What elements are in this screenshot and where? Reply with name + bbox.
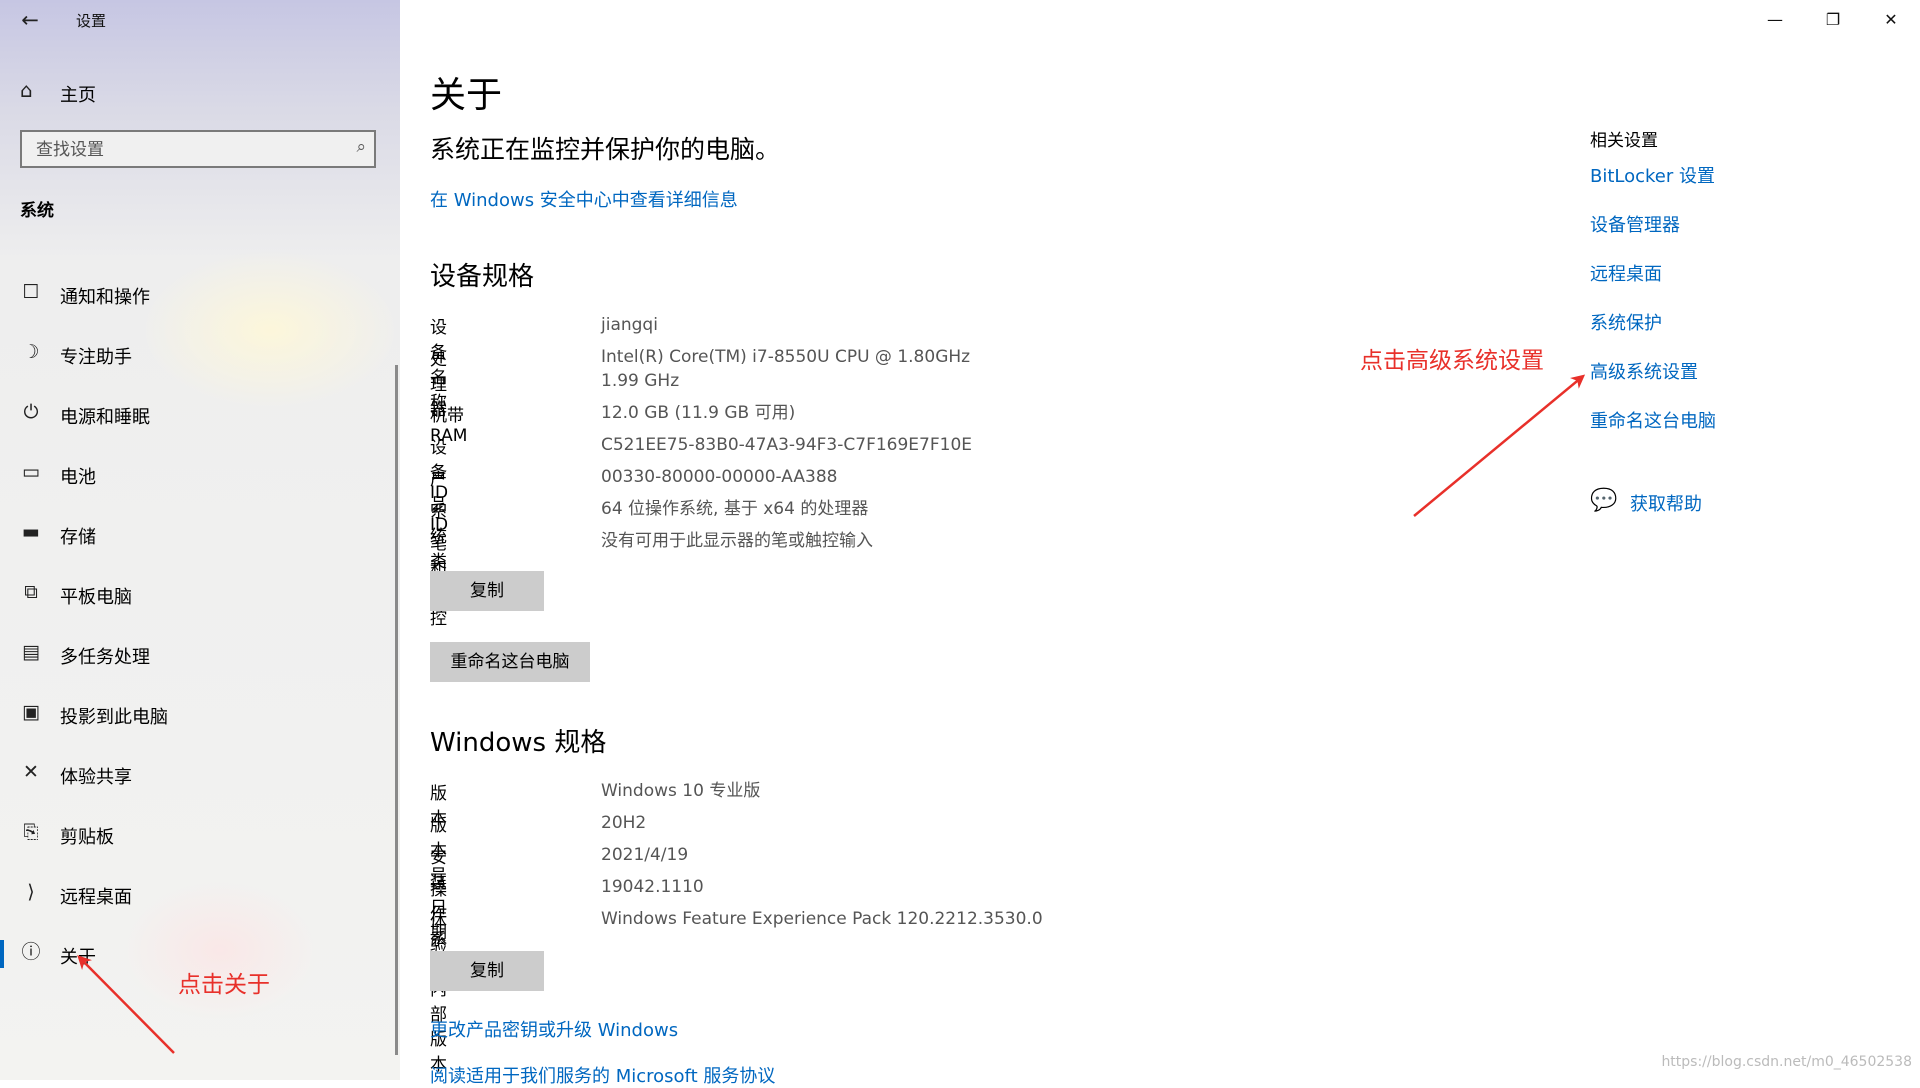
sidebar: ← 设置 ⌂ 主页 ⌕ 系统 ☐ 通知和操作 ☽ 专注助手 ⏻ 电源和睡眠 ▭ …	[0, 0, 400, 1080]
search-box[interactable]: ⌕	[20, 130, 376, 168]
clipboard-icon: ⎘	[23, 821, 39, 843]
sidebar-item-label: 平板电脑	[60, 587, 132, 608]
sidebar-nav: ☐ 通知和操作 ☽ 专注助手 ⏻ 电源和睡眠 ▭ 电池 ▬ 存储 ⧉ 平板电脑 …	[0, 266, 398, 986]
sidebar-item-project[interactable]: ▣ 投影到此电脑	[0, 686, 398, 746]
share-icon: ✕	[23, 761, 39, 783]
help-chat-icon: 💬	[1590, 488, 1618, 513]
main-content: — ❐ ✕ 关于 系统正在监控并保护你的电脑。 在 Windows 安全中心中查看详…	[400, 0, 1920, 1087]
spec-value: 12.0 GB (11.9 GB 可用)	[601, 403, 796, 423]
remote-desktop-icon: ⟩	[27, 881, 35, 903]
rename-pc-link[interactable]: 重命名这台电脑	[1590, 407, 1716, 433]
bitlocker-link[interactable]: BitLocker 设置	[1590, 162, 1715, 188]
sidebar-item-clipboard[interactable]: ⎘ 剪贴板	[0, 806, 398, 866]
spec-value: 00330-80000-00000-AA388	[601, 467, 838, 487]
sidebar-item-label: 电池	[60, 467, 96, 488]
sidebar-section-title: 系统	[20, 201, 54, 221]
info-icon: ⓘ	[21, 941, 41, 963]
copy-device-specs-button[interactable]: 复制	[430, 571, 544, 611]
spec-value: 2021/4/19	[601, 845, 689, 865]
protection-status: 系统正在监控并保护你的电脑。	[430, 135, 781, 164]
sidebar-item-label: 远程桌面	[60, 887, 132, 908]
sidebar-item-label: 关于	[60, 947, 96, 968]
sidebar-item-label: 多任务处理	[60, 647, 150, 668]
related-settings: 相关设置 BitLocker 设置 设备管理器 远程桌面 系统保护 高级系统设置…	[1590, 126, 1890, 432]
related-settings-title: 相关设置	[1590, 131, 1658, 151]
project-icon: ▣	[22, 701, 40, 723]
change-product-key-link[interactable]: 更改产品密钥或升级 Windows	[430, 1016, 678, 1042]
get-help-link[interactable]: 获取帮助	[1630, 490, 1702, 516]
spec-value: 没有可用于此显示器的笔或触控输入	[601, 531, 873, 551]
windows-specs-heading: Windows 规格	[430, 728, 607, 758]
power-icon: ⏻	[23, 401, 39, 423]
spec-value: Windows 10 专业版	[601, 781, 761, 801]
close-icon[interactable]: ✕	[1862, 0, 1920, 40]
spec-value: jiangqi	[601, 315, 658, 335]
window-controls: — ❐ ✕	[1746, 0, 1920, 40]
notification-icon: ☐	[22, 281, 40, 303]
sidebar-item-shared[interactable]: ✕ 体验共享	[0, 746, 398, 806]
sidebar-item-storage[interactable]: ▬ 存储	[0, 506, 398, 566]
search-icon[interactable]: ⌕	[356, 137, 366, 157]
moon-icon: ☽	[22, 341, 40, 363]
device-manager-link[interactable]: 设备管理器	[1590, 211, 1680, 237]
home-icon: ⌂	[20, 78, 33, 102]
sidebar-item-notifications[interactable]: ☐ 通知和操作	[0, 266, 398, 326]
spec-value: 20H2	[601, 813, 647, 833]
spec-value: Intel(R) Core(TM) i7-8550U CPU @ 1.80GHz…	[601, 347, 971, 391]
minimize-icon[interactable]: —	[1746, 0, 1804, 40]
annotation-click-advanced: 点击高级系统设置	[1360, 348, 1544, 374]
storage-icon: ▬	[22, 521, 40, 543]
system-protection-link[interactable]: 系统保护	[1590, 309, 1662, 335]
sidebar-item-label: 电源和睡眠	[60, 407, 150, 428]
annotation-click-about: 点击关于	[178, 972, 270, 998]
device-specs-heading: 设备规格	[430, 262, 535, 292]
watermark: https://blog.csdn.net/m0_46502538	[1661, 1054, 1912, 1070]
page-title: 关于	[430, 75, 503, 116]
sidebar-item-multitasking[interactable]: ▤ 多任务处理	[0, 626, 398, 686]
spec-value: 64 位操作系统, 基于 x64 的处理器	[601, 499, 869, 519]
sidebar-item-label: 投影到此电脑	[60, 707, 168, 728]
search-input[interactable]	[34, 136, 328, 164]
nav-home[interactable]: ⌂ 主页	[0, 74, 398, 110]
window-title: 设置	[76, 12, 107, 30]
advanced-system-settings-link[interactable]: 高级系统设置	[1590, 358, 1698, 384]
sidebar-item-power-sleep[interactable]: ⏻ 电源和睡眠	[0, 386, 398, 446]
sidebar-item-label: 体验共享	[60, 767, 132, 788]
sidebar-scrollbar[interactable]	[395, 365, 398, 1055]
remote-desktop-link[interactable]: 远程桌面	[1590, 260, 1662, 286]
sidebar-item-remote-desktop[interactable]: ⟩ 远程桌面	[0, 866, 398, 926]
back-arrow-icon[interactable]: ←	[18, 8, 42, 32]
sidebar-item-label: 剪贴板	[60, 827, 114, 848]
tablet-icon: ⧉	[24, 581, 38, 603]
multitask-icon: ▤	[22, 641, 40, 663]
battery-icon: ▭	[22, 461, 40, 483]
spec-key: 体验	[430, 912, 447, 957]
sidebar-item-label: 专注助手	[60, 347, 132, 368]
spec-value: Windows Feature Experience Pack 120.2212…	[601, 909, 1043, 929]
security-center-link[interactable]: 在 Windows 安全中心中查看详细信息	[430, 186, 738, 212]
spec-value: C521EE75-83B0-47A3-94F3-C7F169E7F10E	[601, 435, 973, 455]
sidebar-item-tablet[interactable]: ⧉ 平板电脑	[0, 566, 398, 626]
sidebar-item-label: 通知和操作	[60, 287, 150, 308]
restore-icon[interactable]: ❐	[1804, 0, 1862, 40]
nav-home-label: 主页	[60, 85, 96, 106]
sidebar-item-battery[interactable]: ▭ 电池	[0, 446, 398, 506]
sidebar-item-label: 存储	[60, 527, 96, 548]
copy-windows-specs-button[interactable]: 复制	[430, 951, 544, 991]
rename-pc-button[interactable]: 重命名这台电脑	[430, 642, 590, 682]
service-agreement-link[interactable]: 阅读适用于我们服务的 Microsoft 服务协议	[430, 1062, 775, 1088]
sidebar-item-focus-assist[interactable]: ☽ 专注助手	[0, 326, 398, 386]
spec-value: 19042.1110	[601, 877, 704, 897]
